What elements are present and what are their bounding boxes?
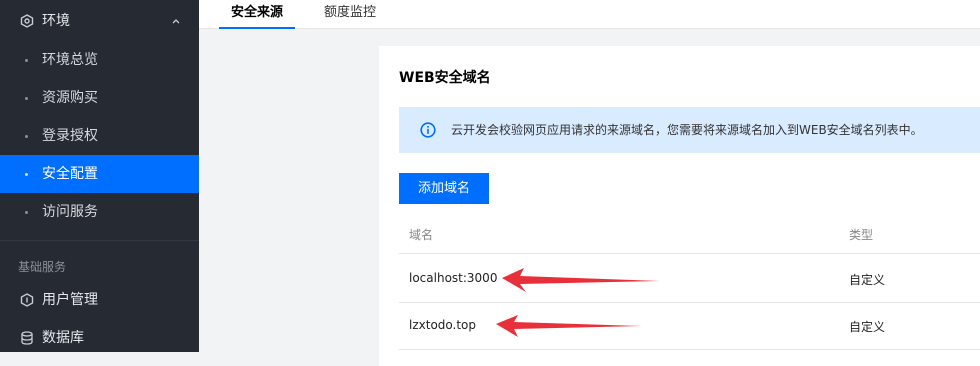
user-management-icon [20, 293, 34, 307]
sidebar-item-resource-purchase[interactable]: 资源购买 [0, 79, 199, 117]
tab-bar: 安全来源 额度监控 [199, 0, 980, 29]
info-icon [420, 122, 436, 138]
sidebar-item-label: 环境总览 [42, 52, 98, 68]
column-header-domain: 域名 [409, 228, 434, 242]
sidebar-item-login-auth[interactable]: 登录授权 [0, 117, 199, 155]
bullet-dot [25, 173, 28, 176]
sidebar-item-label: 用户管理 [42, 292, 98, 308]
web-security-domain-card: WEB安全域名 云开发会校验网页应用请求的来源域名，您需要将来源域名加入到WEB… [379, 46, 980, 366]
sidebar-group-label: 环境 [42, 13, 70, 29]
annotation-arrow-icon [496, 315, 642, 337]
domain-cell: lzxtodo.top [409, 318, 477, 332]
sidebar-item-environment-overview[interactable]: 环境总览 [0, 41, 199, 79]
sidebar-item-label: 数据库 [42, 330, 84, 346]
sidebar-item-access-service[interactable]: 访问服务 [0, 193, 199, 231]
table-divider [399, 253, 980, 254]
sidebar-item-label: 安全配置 [42, 166, 98, 182]
tab-security-source[interactable]: 安全来源 [219, 0, 295, 29]
database-icon [21, 331, 33, 345]
sidebar: 环境 环境总览 资源购买 登录授权 安全配置 访问服务 基础服务 用户管理 数据… [0, 0, 199, 352]
tab-label: 额度监控 [324, 5, 377, 20]
sidebar-item-user-management[interactable]: 用户管理 [0, 281, 199, 319]
bullet-dot [25, 135, 28, 138]
tab-quota-monitor[interactable]: 额度监控 [324, 0, 376, 28]
sidebar-divider [0, 240, 199, 241]
annotation-arrow-icon [502, 268, 660, 292]
sidebar-item-label: 资源购买 [42, 90, 98, 106]
table-divider [399, 302, 980, 303]
sidebar-item-label: 访问服务 [42, 204, 98, 220]
active-tab-underline [219, 27, 295, 29]
type-cell: 自定义 [849, 320, 886, 334]
chevron-up-icon[interactable] [171, 16, 181, 26]
hexagon-icon [20, 14, 34, 28]
add-domain-button[interactable]: 添加域名 [399, 173, 489, 204]
domain-cell: localhost:3000 [409, 271, 498, 285]
bullet-dot [25, 97, 28, 100]
sidebar-item-security-config[interactable]: 安全配置 [0, 155, 199, 193]
sidebar-item-database[interactable]: 数据库 [0, 319, 199, 352]
type-cell: 自定义 [849, 273, 886, 287]
column-header-type: 类型 [849, 228, 874, 242]
sidebar-group-environment[interactable]: 环境 [0, 2, 199, 40]
tab-label: 安全来源 [230, 5, 283, 20]
sidebar-section-title: 基础服务 [18, 260, 67, 274]
info-notice: 云开发会校验网页应用请求的来源域名，您需要将来源域名加入到WEB安全域名列表中。 [399, 107, 980, 153]
notice-text: 云开发会校验网页应用请求的来源域名，您需要将来源域名加入到WEB安全域名列表中。 [451, 123, 923, 137]
sidebar-item-label: 登录授权 [42, 128, 98, 144]
card-title: WEB安全域名 [399, 70, 491, 86]
bullet-dot [25, 59, 28, 62]
bullet-dot [25, 211, 28, 214]
table-divider [399, 349, 980, 350]
